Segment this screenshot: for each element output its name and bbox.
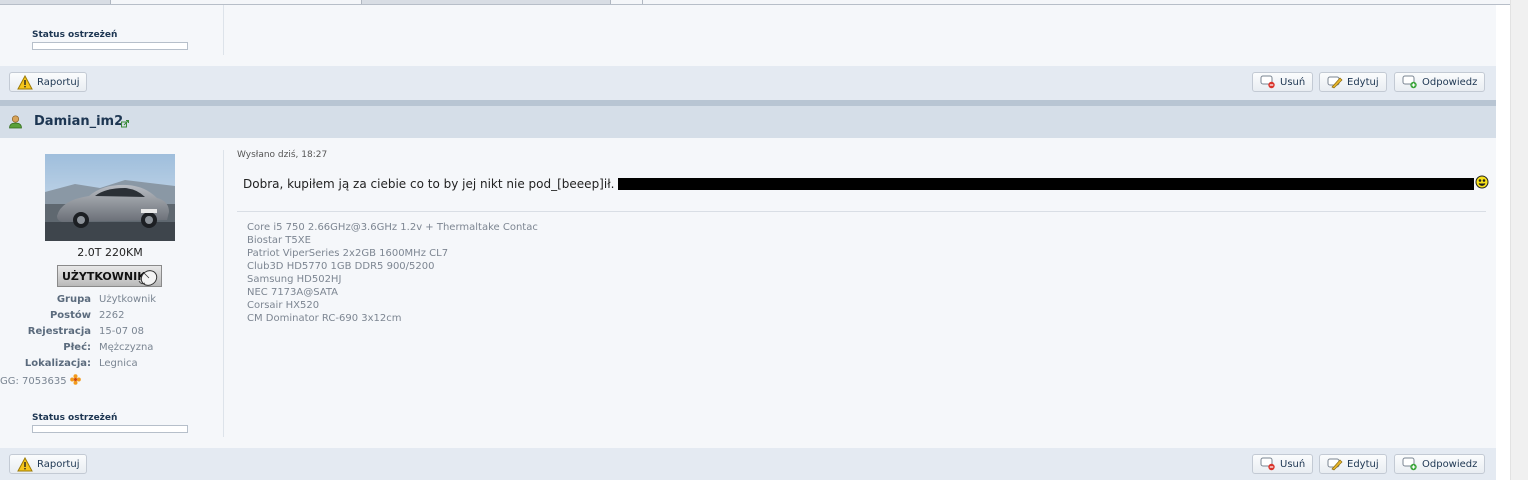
report-button[interactable]: Raportuj [9,454,88,474]
reply-label: Odpowiedz [1422,458,1478,470]
profile-field: Rejestracja 15-07 08 [0,326,220,342]
rank-badge: UŻYTKOWNIK [57,265,162,287]
gg-contact[interactable]: GG: 7053635 [0,374,81,388]
profile-field-value: Legnica [99,358,138,369]
gg-flower-icon [69,374,81,388]
warning-status: Status ostrzeżeń [32,413,190,433]
computer-mouse-icon [137,267,159,290]
warning-status: Status ostrzeżeń [32,30,190,50]
profile-field: Lokalizacja: Legnica [0,358,220,374]
post-actions-bar: Raportuj Usuń Edytuj Odpowiedz [0,448,1496,480]
avatar [45,154,175,241]
signature-line: Biostar T5XE [247,235,311,246]
browser-tab-edge[interactable] [610,0,644,4]
forum-thread: Status ostrzeżeń Raportuj Usuń Edytuj Od… [0,5,1496,480]
profile-field-value: Użytkownik [99,294,157,305]
edit-button[interactable]: Edytuj [1319,454,1387,474]
warning-status-label: Status ostrzeżeń [32,30,118,40]
delete-label: Usuń [1280,76,1306,88]
reply-button[interactable]: Odpowiedz [1394,72,1486,92]
signature-line: Corsair HX520 [247,300,320,311]
report-button[interactable]: Raportuj [9,72,88,92]
signature-line: Club3D HD5770 1GB DDR5 900/5200 [247,261,435,272]
gg-number: GG: 7053635 [0,375,67,387]
smiley-emoticon-icon [1475,175,1489,192]
edit-label: Edytuj [1347,76,1379,88]
post-message-text: Dobra, kupiłem ją za ciebie co to by jej… [243,176,615,191]
profile-field: Płeć: Mężczyzna [0,342,220,358]
edit-label: Edytuj [1347,458,1379,470]
profile-field-key: Grupa [56,294,91,305]
profile-field-key: Lokalizacja: [24,358,91,369]
reply-button[interactable]: Odpowiedz [1394,454,1486,474]
rank-badge-label: UŻYTKOWNIK [62,269,146,283]
column-separator [223,5,224,55]
browser-tab-edge[interactable] [110,0,362,4]
profile-field: Grupa Użytkownik [0,294,220,310]
post-message: Dobra, kupiłem ją za ciebie co to by jej… [243,175,1489,192]
reply-label: Odpowiedz [1422,76,1478,88]
profile-field-value: Mężczyzna [99,342,154,353]
post-actions-bar: Raportuj Usuń Edytuj Odpowiedz [0,66,1496,100]
warning-status-bar [32,42,188,50]
warning-triangle-icon [16,74,34,90]
profile-field-key: Postów [49,310,91,321]
browser-tab-edge[interactable] [642,0,1513,4]
profile-field-value: 2262 [99,310,125,321]
previous-post-body [0,5,1496,66]
avatar-caption: 2.0T 220KM [77,246,143,259]
delete-comment-icon [1259,74,1277,90]
report-label: Raportuj [37,458,80,470]
post-date: Wysłano dziś, 18:27 [237,150,328,160]
signature: Core i5 750 2.66GHz@3.6GHz 1.2v + Therma… [247,221,538,325]
redacted-text [618,177,1475,190]
external-link-icon[interactable] [121,118,129,131]
report-label: Raportuj [37,76,80,88]
delete-button[interactable]: Usuń [1252,72,1314,92]
profile-field-key: Rejestracja [27,326,91,337]
signature-line: Patriot ViperSeries 2x2GB 1600MHz CL7 [247,248,449,259]
signature-line: Samsung HD502HJ [247,274,342,285]
reply-comment-icon [1401,456,1419,472]
reply-comment-icon [1401,74,1419,90]
warning-status-bar [32,425,188,433]
delete-label: Usuń [1280,458,1306,470]
warning-status-label: Status ostrzeżeń [32,413,118,423]
edit-button[interactable]: Edytuj [1319,72,1387,92]
post-header: Damian_im2 [0,106,1496,138]
vertical-scrollbar[interactable] [1510,0,1528,480]
edit-pencil-icon [1326,456,1344,472]
profile-field-key: Płeć: [63,342,91,353]
user-icon [8,114,23,132]
delete-comment-icon [1259,456,1277,472]
profile-field: Postów 2262 [0,310,220,326]
signature-line: CM Dominator RC-690 3x12cm [247,313,402,324]
signature-line: NEC 7173A@SATA [247,287,339,298]
post-author-link[interactable]: Damian_im2 [34,114,123,129]
edit-pencil-icon [1326,74,1344,90]
delete-button[interactable]: Usuń [1252,454,1314,474]
profile-field-value: 15-07 08 [99,326,144,337]
column-separator [223,150,224,437]
warning-triangle-icon [16,456,34,472]
signature-separator [237,211,1486,212]
signature-line: Core i5 750 2.66GHz@3.6GHz 1.2v + Therma… [247,222,538,233]
